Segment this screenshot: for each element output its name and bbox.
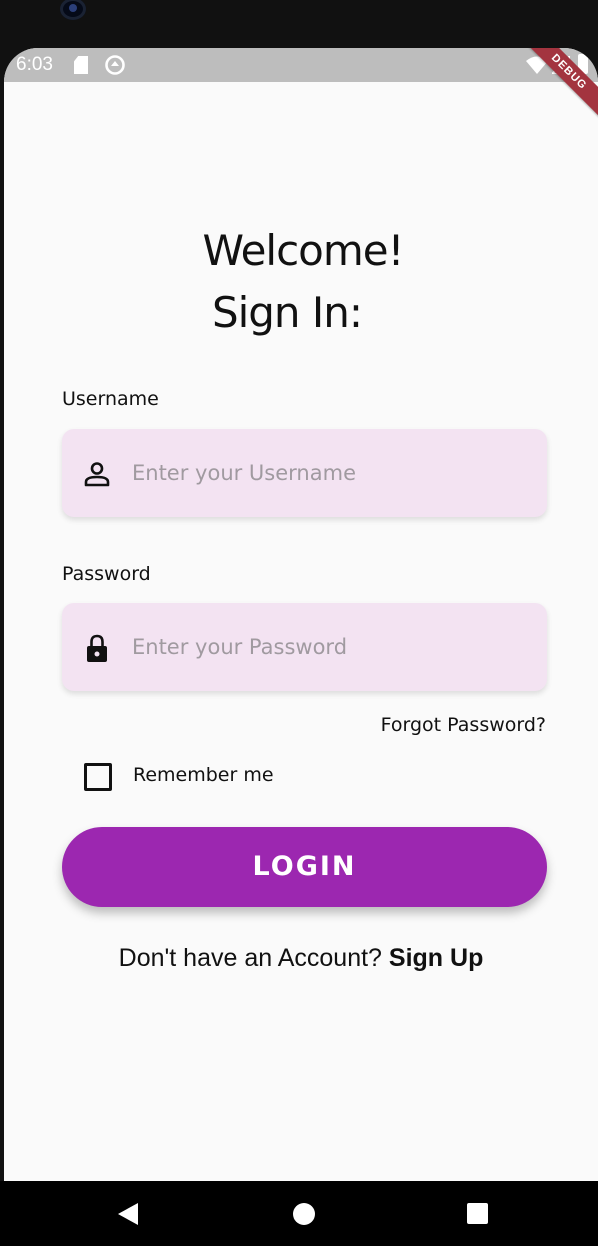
home-icon[interactable] bbox=[293, 1203, 315, 1225]
signup-prompt: Don't have an Account? bbox=[118, 944, 389, 972]
sd-card-icon bbox=[74, 56, 88, 74]
remember-me-label: Remember me bbox=[133, 764, 274, 786]
recents-icon[interactable] bbox=[467, 1203, 488, 1224]
forgot-password-link[interactable]: Forgot Password? bbox=[381, 714, 546, 736]
password-label: Password bbox=[62, 563, 151, 585]
front-camera bbox=[60, 0, 86, 20]
app-screen: 6:03 DEBUG Welcome! Sign In: Username Pa… bbox=[4, 48, 598, 1181]
top-bezel bbox=[0, 0, 598, 48]
remember-me-checkbox[interactable] bbox=[84, 763, 112, 791]
signup-row: Don't have an Account? Sign Up bbox=[4, 944, 598, 973]
username-label: Username bbox=[62, 388, 159, 410]
back-icon[interactable] bbox=[118, 1203, 138, 1225]
password-input[interactable] bbox=[132, 603, 532, 691]
status-bar: 6:03 bbox=[4, 48, 598, 82]
sign-in-title: Sign In: bbox=[211, 288, 363, 337]
welcome-title: Welcome! bbox=[202, 226, 405, 275]
person-icon bbox=[84, 462, 110, 487]
login-button[interactable]: LOGIN bbox=[62, 827, 547, 907]
username-input[interactable] bbox=[132, 429, 532, 517]
signup-link[interactable]: Sign Up bbox=[389, 944, 483, 972]
status-time: 6:03 bbox=[16, 54, 53, 75]
sync-icon bbox=[105, 55, 125, 75]
lock-icon bbox=[87, 634, 107, 662]
username-field[interactable] bbox=[62, 429, 547, 517]
password-field[interactable] bbox=[62, 603, 547, 691]
navigation-bar bbox=[0, 1181, 598, 1246]
